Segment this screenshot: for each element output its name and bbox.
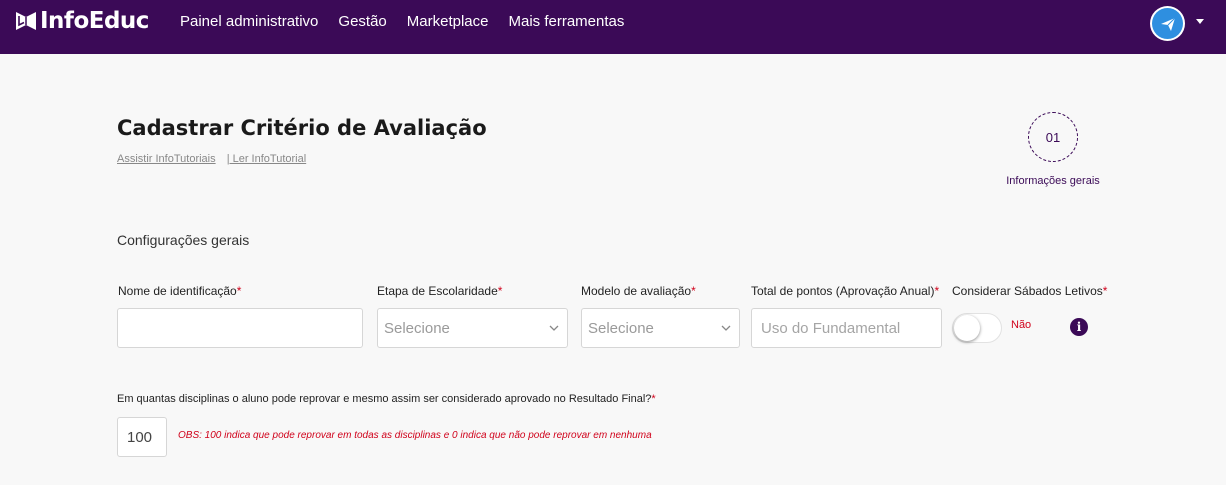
saturdays-field-label: Considerar Sábados Letivos*: [952, 284, 1108, 298]
avatar-badge: [1152, 8, 1183, 39]
user-avatar[interactable]: [1150, 6, 1185, 41]
nav-item-marketplace[interactable]: Marketplace: [407, 13, 489, 31]
nav-item-painel-administrativo[interactable]: Painel administrativo: [180, 13, 318, 31]
step-label: Informações gerais: [1006, 175, 1100, 187]
name-input[interactable]: [117, 308, 363, 348]
model-select[interactable]: Selecione: [581, 308, 740, 348]
chevron-down-icon: [721, 325, 731, 331]
main-nav: Painel administrativo Gestão Marketplace…: [180, 13, 644, 31]
watch-tutorials-link[interactable]: Assistir InfoTutoriais: [117, 153, 216, 165]
caret-down-icon[interactable]: [1196, 19, 1204, 24]
step-number: 01: [1045, 129, 1061, 145]
failures-note: OBS: 100 indica que pode reprovar em tod…: [178, 430, 652, 441]
tutorial-links: Assistir InfoTutoriais | Ler InfoTutoria…: [117, 153, 306, 165]
logo[interactable]: InfoEduc: [15, 9, 149, 33]
nav-item-mais-ferramentas[interactable]: Mais ferramentas: [508, 13, 624, 31]
failures-question: Em quantas disciplinas o aluno pode repr…: [117, 393, 656, 405]
paper-plane-icon: [1160, 17, 1175, 31]
name-field-label: Nome de identificação*: [118, 284, 242, 298]
nav-item-gestao[interactable]: Gestão: [338, 13, 386, 31]
section-title: Configurações gerais: [117, 232, 250, 248]
chevron-down-icon: [549, 325, 559, 331]
model-select-value: Selecione: [588, 319, 654, 337]
stage-select-value: Selecione: [384, 319, 450, 337]
points-input[interactable]: [751, 308, 942, 348]
points-field-label: Total de pontos (Aprovação Anual)*: [751, 284, 940, 298]
toggle-knob: [954, 315, 980, 341]
failures-count-input[interactable]: [117, 417, 167, 457]
read-tutorial-link[interactable]: | Ler InfoTutorial: [227, 153, 307, 165]
logo-book-icon: [16, 12, 36, 30]
logo-text: InfoEduc: [40, 8, 149, 34]
info-icon[interactable]: i: [1070, 318, 1088, 336]
page-title: Cadastrar Critério de Avaliação: [117, 116, 487, 140]
toggle-state-label: Não: [1011, 319, 1032, 331]
top-navbar: InfoEduc Painel administrativo Gestão Ma…: [0, 0, 1226, 54]
step-indicator: 01: [1028, 112, 1078, 162]
saturdays-toggle[interactable]: [952, 313, 1002, 343]
stage-select[interactable]: Selecione: [377, 308, 568, 348]
model-field-label: Modelo de avaliação*: [581, 284, 696, 298]
stage-field-label: Etapa de Escolaridade*: [377, 284, 503, 298]
